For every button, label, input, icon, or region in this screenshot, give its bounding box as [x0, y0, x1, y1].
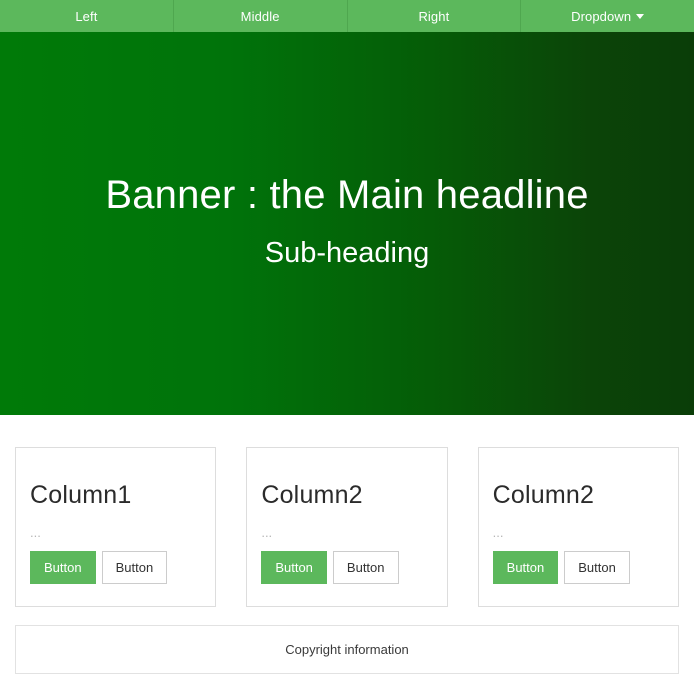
card-actions: Button Button	[261, 550, 432, 584]
hero-banner: Banner : the Main headline Sub-heading	[0, 32, 694, 415]
main-navbar: Left Middle Right Dropdown	[0, 0, 694, 32]
card-secondary-button[interactable]: Button	[101, 550, 168, 584]
chevron-down-icon	[636, 13, 645, 19]
card-primary-button[interactable]: Button	[261, 550, 327, 584]
card-secondary-button[interactable]: Button	[564, 550, 630, 584]
nav-item-dropdown[interactable]: Dropdown	[520, 0, 694, 32]
nav-item-label: Middle	[240, 8, 280, 24]
page-footer: Copyright information	[15, 625, 679, 674]
card-title: Column2	[492, 481, 595, 509]
nav-item-right[interactable]: Right	[346, 0, 521, 32]
card-title: Column1	[30, 481, 132, 509]
card-actions: Button Button	[30, 550, 201, 584]
nav-item-label: Right	[418, 8, 450, 24]
copyright-text: Copyright information	[285, 642, 409, 657]
card-secondary-button[interactable]: Button	[332, 550, 399, 584]
banner-headline: Banner : the Main headline	[105, 173, 589, 217]
card-column1: Column1 ... Button Button	[15, 447, 217, 607]
card-row: Column1 ... Button Button Column2 ... Bu…	[0, 415, 694, 607]
card-column3: Column2 ... Button Button	[477, 447, 679, 607]
banner-content: Banner : the Main headline Sub-heading	[0, 172, 694, 271]
card-body-text: ...	[261, 524, 273, 540]
card-column2: Column2 ... Button Button	[246, 447, 448, 607]
card-body-text: ...	[30, 524, 41, 540]
nav-item-left[interactable]: Left	[0, 0, 173, 32]
banner-subheading: Sub-heading	[264, 237, 430, 269]
card-primary-button[interactable]: Button	[30, 550, 96, 584]
card-primary-button[interactable]: Button	[492, 550, 559, 584]
card-title: Column2	[261, 481, 363, 509]
nav-item-label: Left	[75, 8, 98, 24]
card-body-text: ...	[492, 524, 504, 540]
nav-item-label: Dropdown	[571, 8, 632, 24]
card-actions: Button Button	[492, 550, 664, 584]
nav-item-middle[interactable]: Middle	[172, 0, 347, 32]
